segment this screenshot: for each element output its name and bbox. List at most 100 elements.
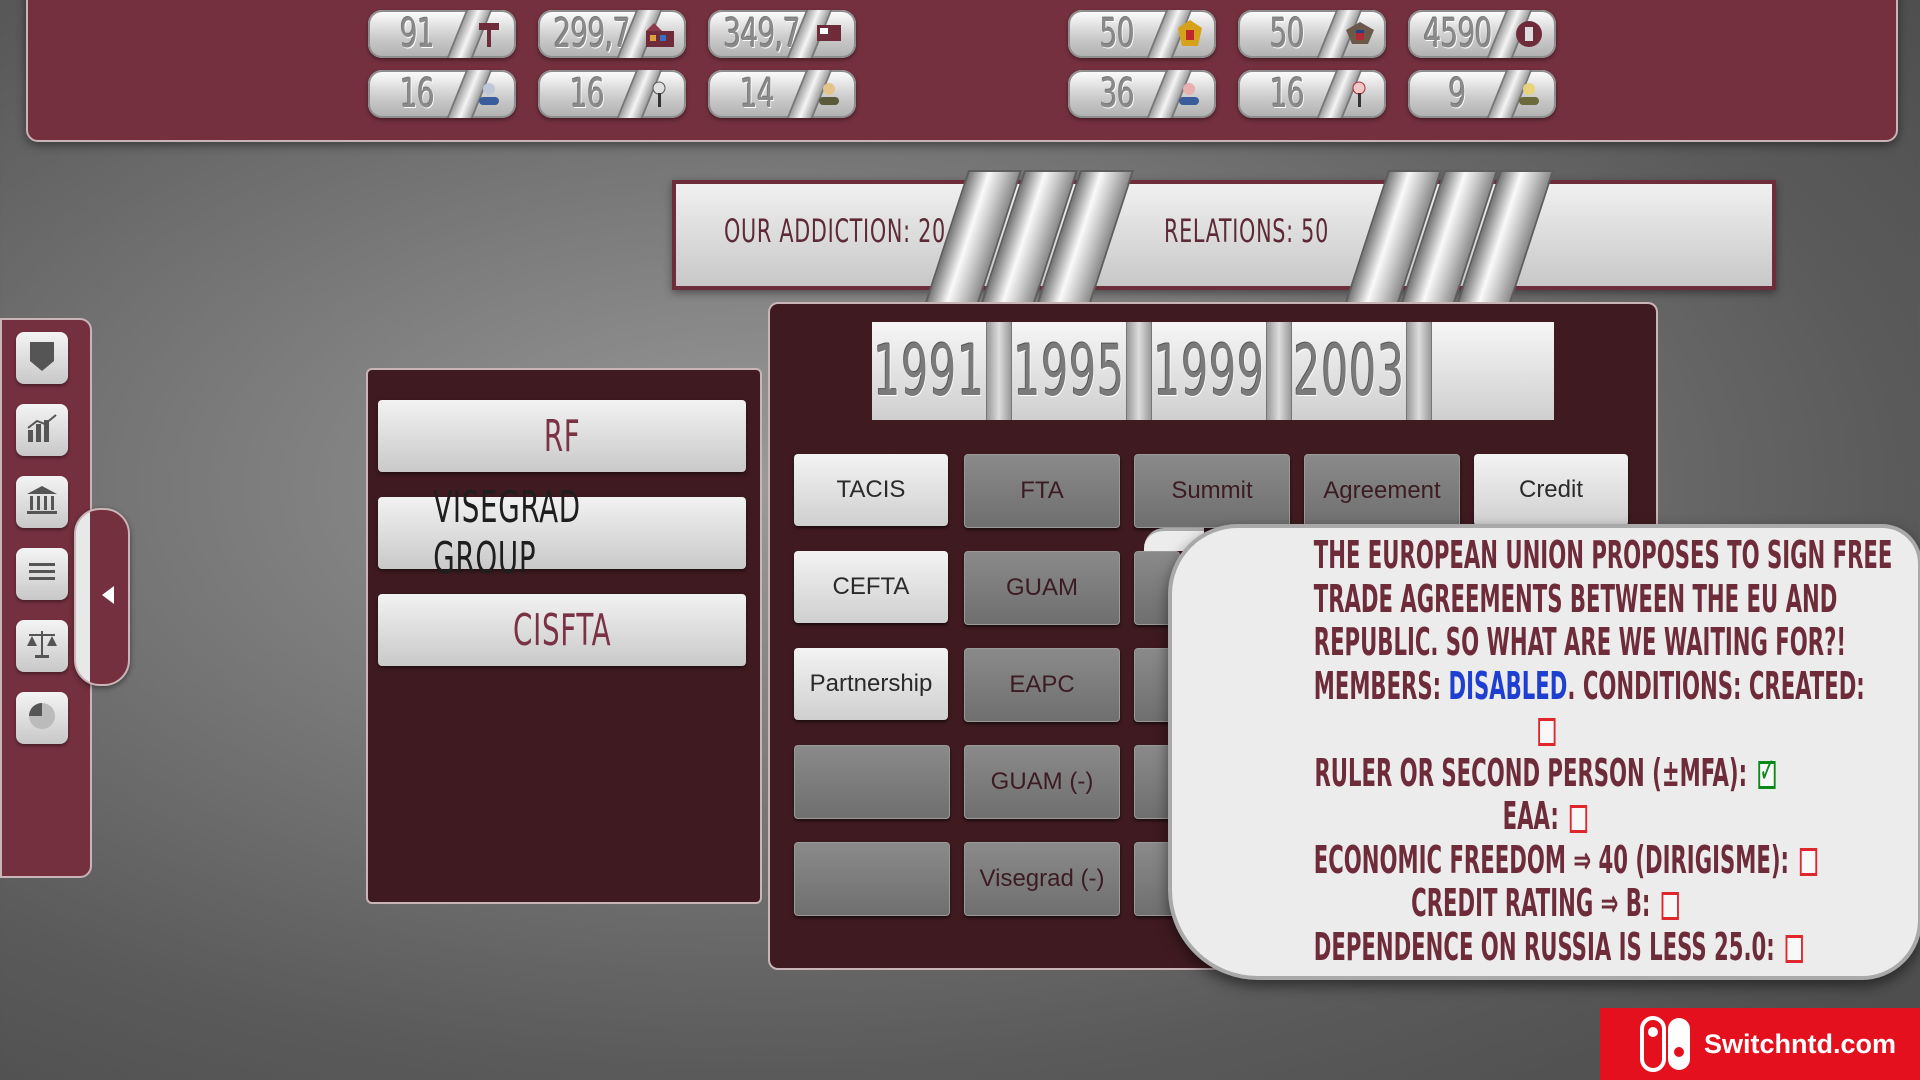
year-tab-empty[interactable] bbox=[1432, 322, 1554, 420]
money-flag-icon bbox=[814, 19, 844, 49]
members-status: DISABLED bbox=[1448, 663, 1568, 708]
group-label: CISFTA bbox=[512, 604, 612, 656]
leader-icon bbox=[814, 79, 844, 109]
stat-value: 4590 bbox=[1423, 11, 1492, 57]
stat-value: 50 bbox=[1099, 11, 1135, 57]
created-checkbox-icon bbox=[1538, 717, 1556, 746]
relations-label: RELATIONS: 50 bbox=[1164, 212, 1329, 250]
stat-budget[interactable]: 349,7 bbox=[708, 10, 856, 58]
stat-speeches[interactable]: 16 bbox=[538, 70, 686, 118]
action-eapc-button[interactable]: EAPC bbox=[964, 648, 1120, 722]
list-icon bbox=[27, 560, 57, 588]
stat-value: 9 bbox=[1448, 71, 1466, 117]
econ-checkbox-icon bbox=[1800, 848, 1818, 876]
watermark-text: Switchntd.com bbox=[1704, 1028, 1897, 1059]
action-tacis-button[interactable]: TACIS bbox=[794, 454, 948, 526]
stat-us-relations[interactable]: 50 bbox=[1238, 10, 1386, 58]
tooltip-checkbox-line bbox=[1314, 708, 1777, 752]
year-tab-1995[interactable]: 1995 bbox=[1012, 322, 1126, 420]
tooltip-bubble: THE EUROPEAN UNION PROPOSES TO SIGN FREE… bbox=[1168, 524, 1920, 980]
stat-leader[interactable]: 14 bbox=[708, 70, 856, 118]
stat-industry[interactable]: 299,7 bbox=[538, 10, 686, 58]
action-summit-button[interactable]: Summit bbox=[1134, 454, 1290, 528]
tooltip-condition: EAA: bbox=[1314, 794, 1777, 839]
stat-money[interactable]: 4590 bbox=[1408, 10, 1556, 58]
tooltip-condition: RULER OR SECOND PERSON (±MFA): bbox=[1314, 750, 1777, 796]
year-selector: 1991 1995 1999 2003 bbox=[872, 322, 1554, 420]
bank-button[interactable] bbox=[16, 476, 68, 528]
us-eagle-icon bbox=[1344, 19, 1374, 49]
action-empty-button[interactable] bbox=[794, 842, 950, 916]
group-label: RF bbox=[543, 410, 581, 462]
year-label: 1991 bbox=[873, 330, 985, 412]
shield-icon bbox=[27, 339, 57, 377]
year-label: 1999 bbox=[1153, 330, 1265, 412]
pie-chart-button[interactable] bbox=[16, 692, 68, 744]
tools-icon bbox=[474, 19, 504, 49]
group-item-cisfta[interactable]: CISFTA bbox=[378, 594, 746, 666]
stat-value: 16 bbox=[399, 71, 435, 117]
action-partnership-button[interactable]: Partnership bbox=[794, 648, 948, 720]
chevron-left-icon bbox=[100, 584, 116, 610]
year-tab-2003[interactable]: 2003 bbox=[1292, 322, 1406, 420]
collapse-sidebar-button[interactable] bbox=[74, 508, 130, 686]
tooltip-line: THE EUROPEAN UNION PROPOSES TO SIGN FREE bbox=[1313, 533, 1893, 577]
switch-logo-icon bbox=[1638, 1016, 1694, 1072]
action-guam-minus-button[interactable]: GUAM (-) bbox=[964, 745, 1120, 819]
russia-checkbox-icon bbox=[1785, 935, 1804, 963]
bank-icon bbox=[25, 484, 59, 520]
stat-value: 16 bbox=[1269, 71, 1305, 117]
stat-workers[interactable]: 91 bbox=[368, 10, 516, 58]
year-tab-1991[interactable]: 1991 bbox=[872, 322, 986, 420]
group-label: VISEGRAD GROUP bbox=[433, 482, 581, 584]
stat-partner-leader[interactable]: 9 bbox=[1408, 70, 1556, 118]
tooltip-members-line: MEMBERS: DISABLED. CONDITIONS: CREATED: bbox=[1313, 663, 1865, 708]
stat-value: 349,7 bbox=[723, 11, 800, 57]
action-agreement-button[interactable]: Agreement bbox=[1304, 454, 1460, 528]
addiction-label: OUR ADDICTION: 20 bbox=[724, 212, 946, 250]
action-guam-button[interactable]: GUAM bbox=[964, 551, 1120, 625]
person-icon bbox=[474, 79, 504, 109]
stat-partner-population[interactable]: 36 bbox=[1068, 70, 1216, 118]
tooltip-line: REPUBLIC. SO WHAT ARE WE WAITING FOR?! bbox=[1313, 620, 1847, 664]
russia-eagle-icon bbox=[1174, 19, 1204, 49]
tooltip-condition: ECONOMIC FREEDOM ⇒ 40 (DIRIGISME): bbox=[1314, 838, 1818, 883]
leader-yellow-icon bbox=[1514, 79, 1544, 109]
action-cefta-button[interactable]: CEFTA bbox=[794, 551, 948, 623]
stat-value: 50 bbox=[1269, 11, 1305, 57]
relations-banner: OUR ADDICTION: 20 RELATIONS: 50 bbox=[672, 170, 1776, 306]
stat-value: 16 bbox=[569, 71, 605, 117]
stat-population[interactable]: 16 bbox=[368, 70, 516, 118]
stat-russia-relations[interactable]: 50 bbox=[1068, 10, 1216, 58]
chart-button[interactable] bbox=[16, 404, 68, 456]
stat-partner-speeches[interactable]: 16 bbox=[1238, 70, 1386, 118]
tooltip-condition: CREDIT RATING ⇒ B: bbox=[1314, 881, 1777, 926]
chart-icon bbox=[25, 412, 59, 448]
action-credit-button[interactable]: Credit bbox=[1474, 454, 1628, 526]
credit-checkbox-icon bbox=[1661, 891, 1679, 920]
action-fta-button[interactable]: FTA bbox=[964, 454, 1120, 528]
ruler-checkbox-icon bbox=[1758, 750, 1776, 794]
stat-value: 299,7 bbox=[553, 11, 630, 57]
microphone-icon bbox=[644, 79, 674, 109]
stat-value: 14 bbox=[739, 71, 775, 117]
year-tab-1999[interactable]: 1999 bbox=[1152, 322, 1266, 420]
microphone-red-icon bbox=[1344, 79, 1374, 109]
group-item-visegrad[interactable]: VISEGRAD GROUP bbox=[378, 482, 746, 584]
tooltip-condition: DEPENDENCE ON RUSSIA IS LESS 25.0: bbox=[1314, 925, 1804, 970]
list-button[interactable] bbox=[16, 548, 68, 600]
action-empty-button[interactable] bbox=[794, 745, 950, 819]
group-list-panel: RF VISEGRAD GROUP CISFTA bbox=[366, 368, 762, 904]
scales-button[interactable] bbox=[16, 620, 68, 672]
group-item-rf[interactable]: RF bbox=[378, 400, 746, 472]
tooltip-line: TRADE AGREEMENTS BETWEEN THE EU AND bbox=[1313, 576, 1838, 621]
person-red-icon bbox=[1174, 79, 1204, 109]
shield-button[interactable] bbox=[16, 332, 68, 384]
action-visegrad-minus-button[interactable]: Visegrad (-) bbox=[964, 842, 1120, 916]
watermark: Switchntd.com bbox=[1600, 1008, 1920, 1080]
stat-value: 91 bbox=[399, 11, 435, 57]
coin-icon bbox=[1514, 19, 1544, 49]
year-label: 2003 bbox=[1293, 330, 1405, 412]
eaa-checkbox-icon bbox=[1569, 804, 1588, 833]
pie-chart-icon bbox=[26, 700, 58, 736]
